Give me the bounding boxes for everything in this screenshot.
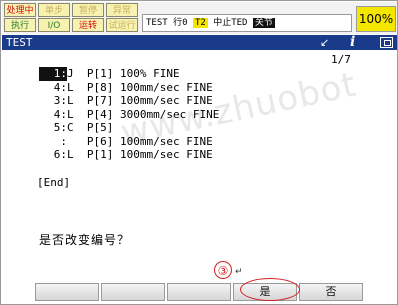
line-number: 3: [53,94,67,107]
f2-key[interactable] [101,283,165,301]
status-prod: 运转 [72,18,104,32]
program-line[interactable]: 6:L P[1] 100mm/sec FINE [39,148,219,162]
line-number: : [60,134,67,148]
line-command: L P[8] 100mm/sec FINE [67,80,213,94]
status-tcyc: 试运行 [106,18,138,32]
highlight-ellipse [240,278,300,301]
status-busy: 处理中 [4,3,36,17]
program-name: TEST [146,18,168,28]
page-title: TEST [6,36,33,49]
status-step: 单步 [38,3,70,17]
status-hold: 暂停 [72,3,104,17]
enter-icon: ↵ [235,267,243,277]
line-number: 6: [53,148,67,161]
info-icon[interactable]: i [350,34,355,50]
program-line[interactable]: 4:L P[4] 3000mm/sec FINE [39,107,220,122]
no-button[interactable]: 否 [299,283,363,301]
t-mode-badge: T2 [192,18,208,28]
status-bar: 处理中 单步 暂停 异常 执行 I/O 运转 试运行 TEST 行0 T2 中止… [2,2,397,34]
line-number: 4: [53,80,67,94]
collapse-arrow-icon[interactable]: ↙ [320,35,329,50]
end-marker: [End] [37,176,71,189]
program-line[interactable]: : P[6] 100mm/sec FINE [39,135,219,149]
program-line[interactable]: 3:L P[7] 100mm/sec FINE [39,94,219,108]
line-number: 5: [53,121,67,134]
stop-label: 中止TED [213,18,248,28]
function-key-bar: 是 否 [35,283,365,301]
renumber-prompt: 是否改变编号？ [39,233,131,247]
program-line[interactable]: 4:L P[8] 100mm/sec FINE [39,81,219,95]
teach-pendant-screen: 处理中 单步 暂停 异常 执行 I/O 运转 试运行 TEST 行0 T2 中止… [0,0,398,305]
program-listing: 1:J P[1] 100% FINE 4:L P[8] 100mm/sec FI… [39,67,219,162]
f3-key[interactable] [167,283,231,301]
line-command: L P[1] 100mm/sec FINE [67,148,213,161]
program-line[interactable]: 1:J P[1] 100% FINE [39,67,219,81]
line-command: J P[1] 100% FINE [67,67,180,80]
line-label: 行0 [173,18,188,28]
status-run: 执行 [4,18,36,32]
page-counter: 1/7 [331,53,351,66]
line-command: L P[4] 3000mm/sec FINE [67,107,220,121]
status-io: I/O [38,18,70,32]
window-toggle-icon[interactable] [380,37,393,48]
program-line[interactable]: 5:C P[5] [39,121,219,135]
line-command: C P[5] [67,121,114,134]
line-command: P[6] 100mm/sec FINE [67,134,213,148]
override-display: 100% [356,6,396,32]
step-annotation: ③ [214,261,232,279]
line-number: 4: [53,107,67,121]
line-number: 1: [39,67,67,81]
program-status-field: TEST 行0 T2 中止TED 关节 [142,14,352,32]
coord-mode-badge: 关节 [252,18,275,28]
title-bar: TEST ↙ i [2,34,397,50]
f1-key[interactable] [35,283,99,301]
line-command: L P[7] 100mm/sec FINE [67,94,213,107]
status-fault: 异常 [106,3,138,17]
